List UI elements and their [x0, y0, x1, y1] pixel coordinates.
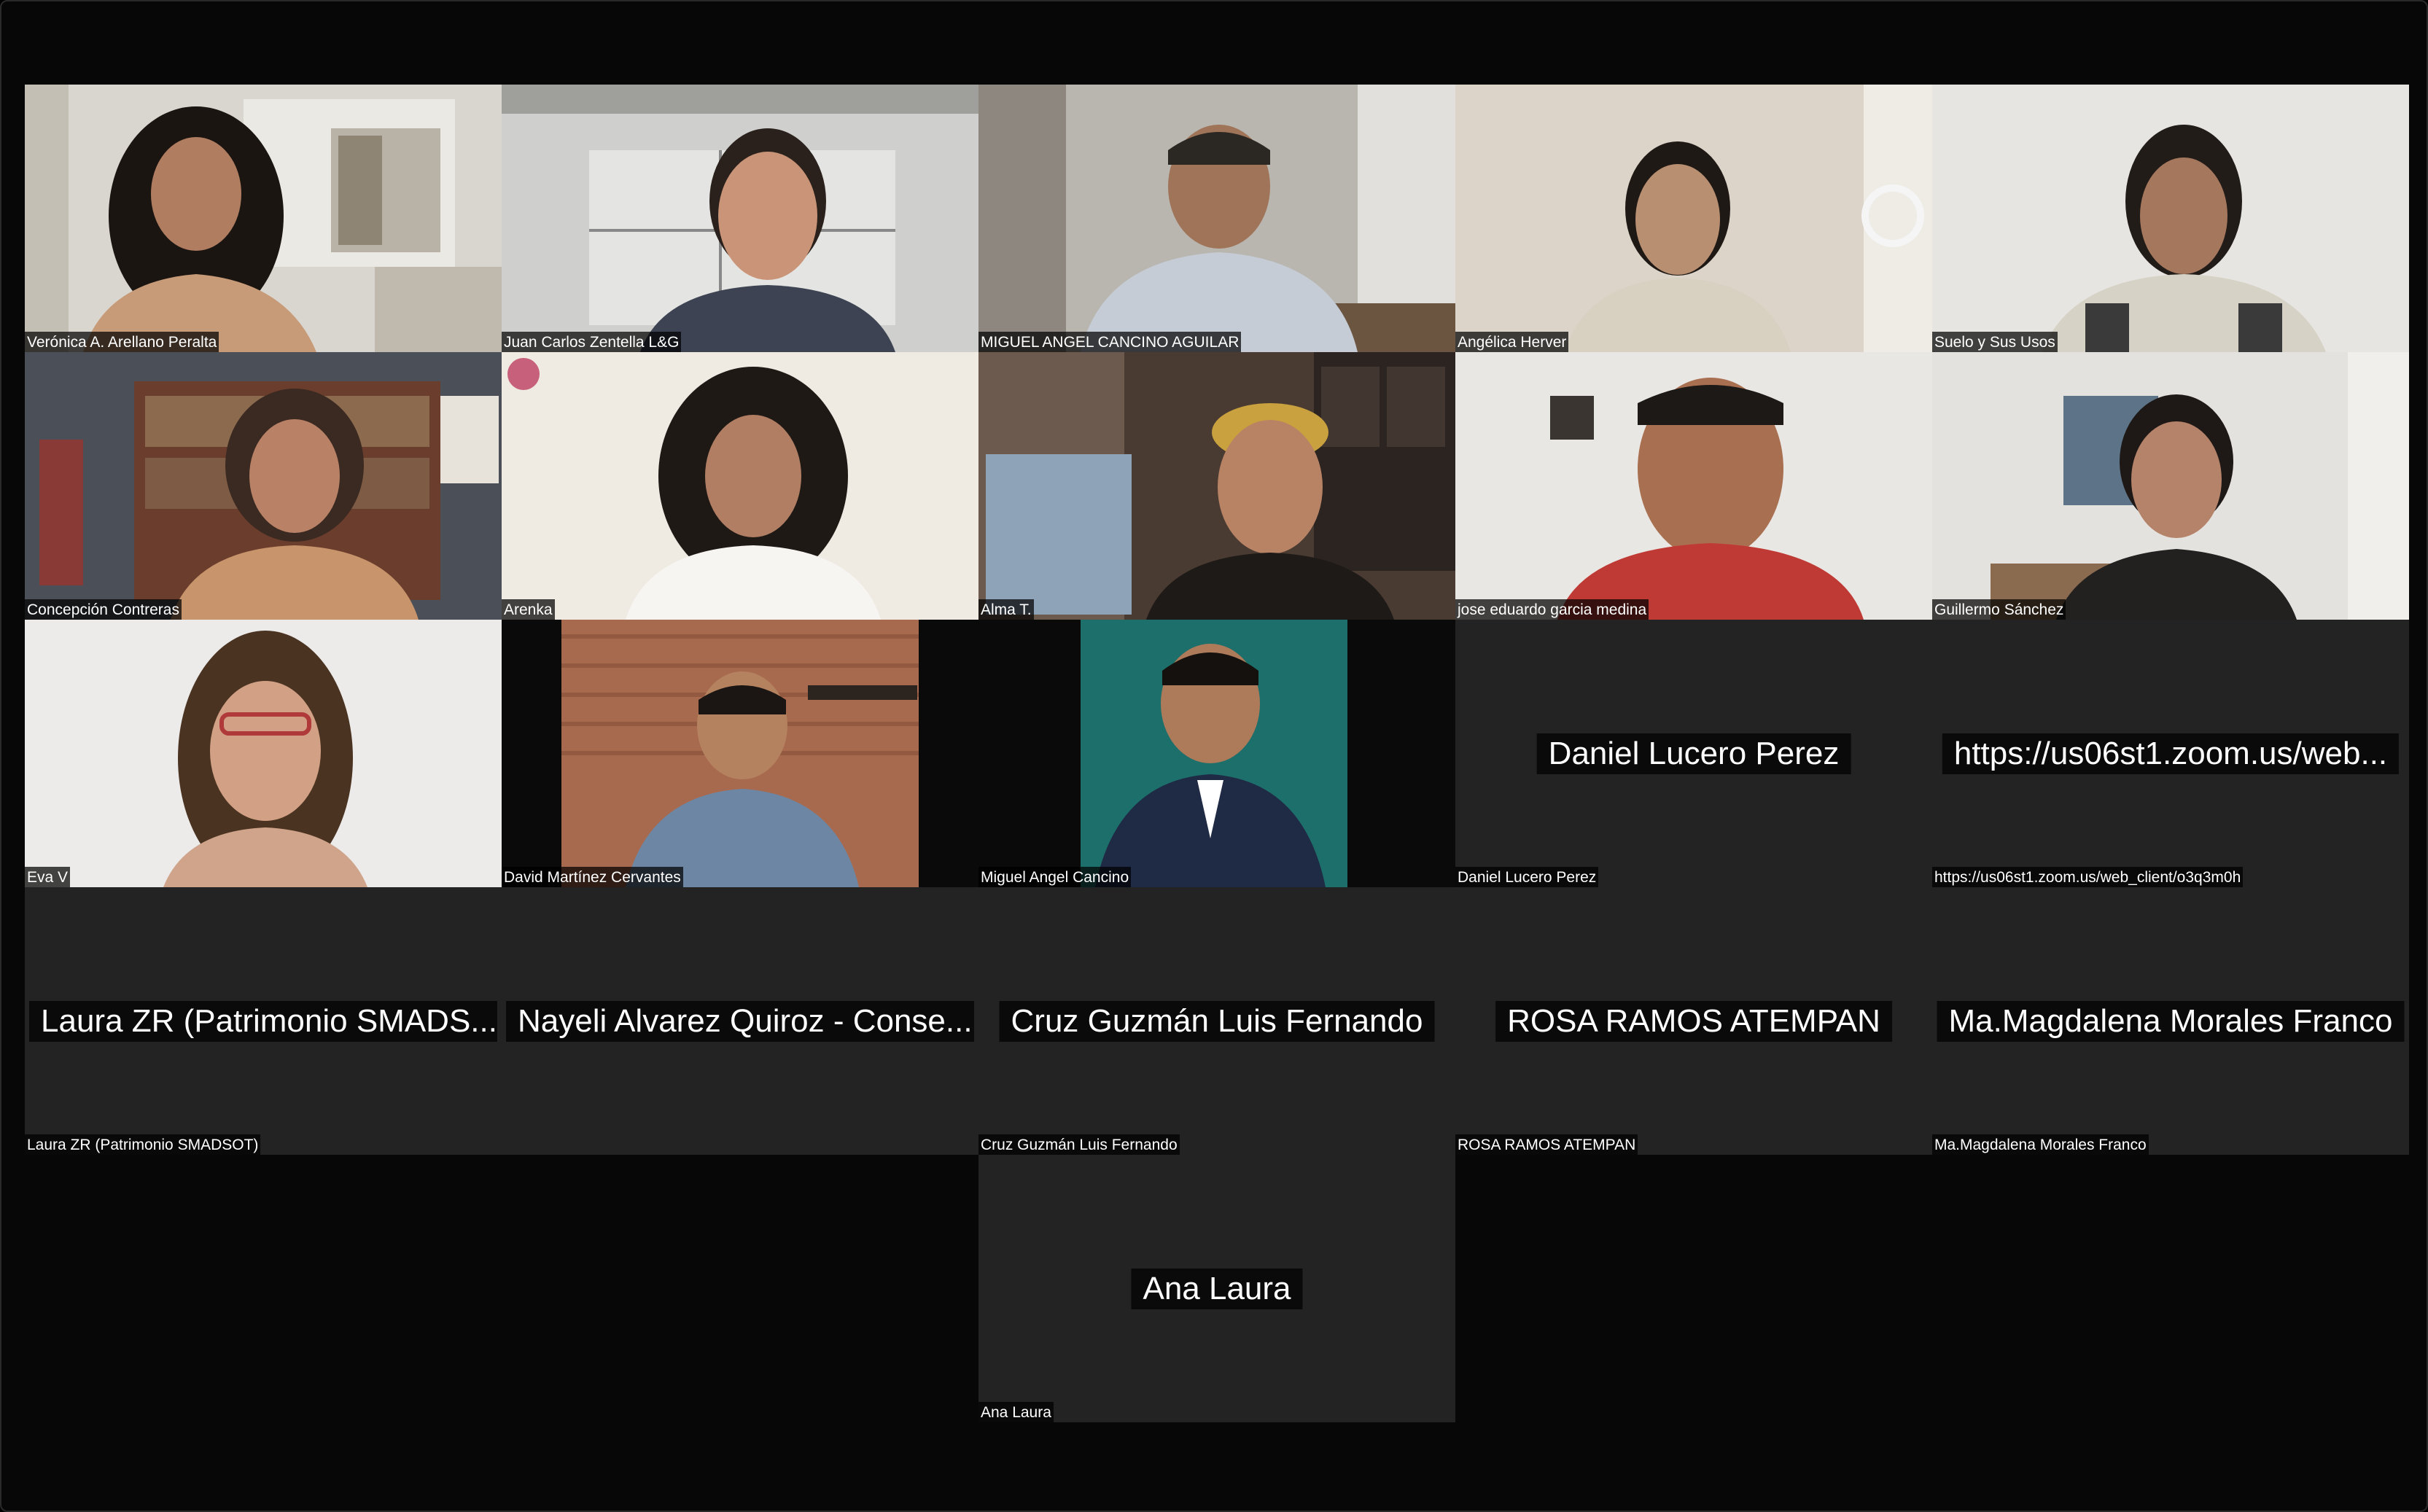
- participant-tile-miguel-angel-cancino-aguilar[interactable]: MIGUEL ANGEL CANCINO AGUILAR: [978, 85, 1455, 352]
- participant-name: Alma T.: [978, 599, 1034, 620]
- participant-tile-alma-t[interactable]: Alma T.: [978, 352, 1455, 620]
- video-feed: [502, 352, 978, 620]
- participant-tile-zoom-web-client[interactable]: https://us06st1.zoom.us/web... https://u…: [1932, 620, 2409, 887]
- participant-name: https://us06st1.zoom.us/web_client/o3q3m…: [1932, 867, 2244, 887]
- video-feed: [25, 85, 502, 352]
- participant-name: Juan Carlos Zentella L&G: [502, 332, 682, 352]
- participant-name: David Martínez Cervantes: [502, 867, 683, 887]
- video-feed: [978, 85, 1455, 352]
- video-feed: [502, 85, 978, 352]
- video-feed: [502, 620, 978, 887]
- participant-name: Daniel Lucero Perez: [1455, 867, 1599, 887]
- participant-tile-daniel-lucero-perez[interactable]: Daniel Lucero Perez Daniel Lucero Perez: [1455, 620, 1932, 887]
- participant-tile-suelo-y-sus-usos[interactable]: Suelo y Sus Usos: [1932, 85, 2409, 352]
- participant-tile-cruz-guzman[interactable]: Cruz Guzmán Luis Fernando Cruz Guzmán Lu…: [978, 887, 1455, 1155]
- participant-tile-rosa-ramos[interactable]: ROSA RAMOS ATEMPAN ROSA RAMOS ATEMPAN: [1455, 887, 1932, 1155]
- participant-tile-angelica-herver[interactable]: Angélica Herver: [1455, 85, 1932, 352]
- participant-display-name: Ma.Magdalena Morales Franco: [1937, 1000, 2405, 1042]
- video-feed: [1455, 352, 1932, 620]
- participant-tile-jose-eduardo[interactable]: jose eduardo garcia medina: [1455, 352, 1932, 620]
- participant-name: Suelo y Sus Usos: [1932, 332, 2058, 352]
- participant-tile-veronica[interactable]: Verónica A. Arellano Peralta: [25, 85, 502, 352]
- video-feed: [1455, 85, 1932, 352]
- participant-name: Cruz Guzmán Luis Fernando: [978, 1134, 1180, 1155]
- participant-tile-ana-laura[interactable]: Ana Laura Ana Laura: [978, 1155, 1455, 1422]
- participant-tile-arenka[interactable]: Arenka: [502, 352, 978, 620]
- participant-tile-magdalena-morales[interactable]: Ma.Magdalena Morales Franco Ma.Magdalena…: [1932, 887, 2409, 1155]
- video-feed: [1932, 85, 2409, 352]
- participant-tile-guillermo-sanchez[interactable]: Guillermo Sánchez: [1932, 352, 2409, 620]
- participant-name: jose eduardo garcia medina: [1455, 599, 1649, 620]
- participant-display-name: ROSA RAMOS ATEMPAN: [1495, 1000, 1892, 1042]
- participant-display-name: Cruz Guzmán Luis Fernando: [999, 1000, 1435, 1042]
- participant-tile-nayeli-alvarez[interactable]: Nayeli Alvarez Quiroz - Conse...: [502, 887, 978, 1155]
- participant-name: Angélica Herver: [1455, 332, 1569, 352]
- participant-display-name: Ana Laura: [1131, 1268, 1303, 1309]
- participant-display-name: https://us06st1.zoom.us/web...: [1942, 733, 2400, 774]
- video-feed: [25, 352, 502, 620]
- video-feed: [1932, 352, 2409, 620]
- participant-tile-miguel-angel-cancino[interactable]: Miguel Angel Cancino: [978, 620, 1455, 887]
- participant-display-name: Nayeli Alvarez Quiroz - Conse...: [506, 1000, 974, 1042]
- participant-name: MIGUEL ANGEL CANCINO AGUILAR: [978, 332, 1242, 352]
- participant-name: Ana Laura: [978, 1402, 1054, 1422]
- participant-tile-concepcion-contreras[interactable]: Concepción Contreras: [25, 352, 502, 620]
- participant-tile-laura-zr[interactable]: Laura ZR (Patrimonio SMADS... Laura ZR (…: [25, 887, 502, 1155]
- participant-name: Ma.Magdalena Morales Franco: [1932, 1134, 2149, 1155]
- participant-display-name: Laura ZR (Patrimonio SMADS...: [29, 1000, 497, 1042]
- participant-name: Concepción Contreras: [25, 599, 182, 620]
- participant-tile-eva-v[interactable]: Eva V: [25, 620, 502, 887]
- participant-name: Verónica A. Arellano Peralta: [25, 332, 219, 352]
- participant-name: Eva V: [25, 867, 71, 887]
- video-feed: [978, 620, 1455, 887]
- participant-name: ROSA RAMOS ATEMPAN: [1455, 1134, 1638, 1155]
- participant-name: Guillermo Sánchez: [1932, 599, 2066, 620]
- video-feed: [25, 620, 502, 887]
- zoom-window: Verónica A. Arellano Peralta Juan Carlos…: [0, 0, 2428, 1512]
- participant-name: Laura ZR (Patrimonio SMADSOT): [25, 1134, 261, 1155]
- participant-name: Miguel Angel Cancino: [978, 867, 1132, 887]
- participant-tile-david-martinez[interactable]: David Martínez Cervantes: [502, 620, 978, 887]
- video-feed: [978, 352, 1455, 620]
- participant-name: Arenka: [502, 599, 555, 620]
- participant-display-name: Daniel Lucero Perez: [1536, 733, 1851, 774]
- participant-tile-juan-carlos[interactable]: Juan Carlos Zentella L&G: [502, 85, 978, 352]
